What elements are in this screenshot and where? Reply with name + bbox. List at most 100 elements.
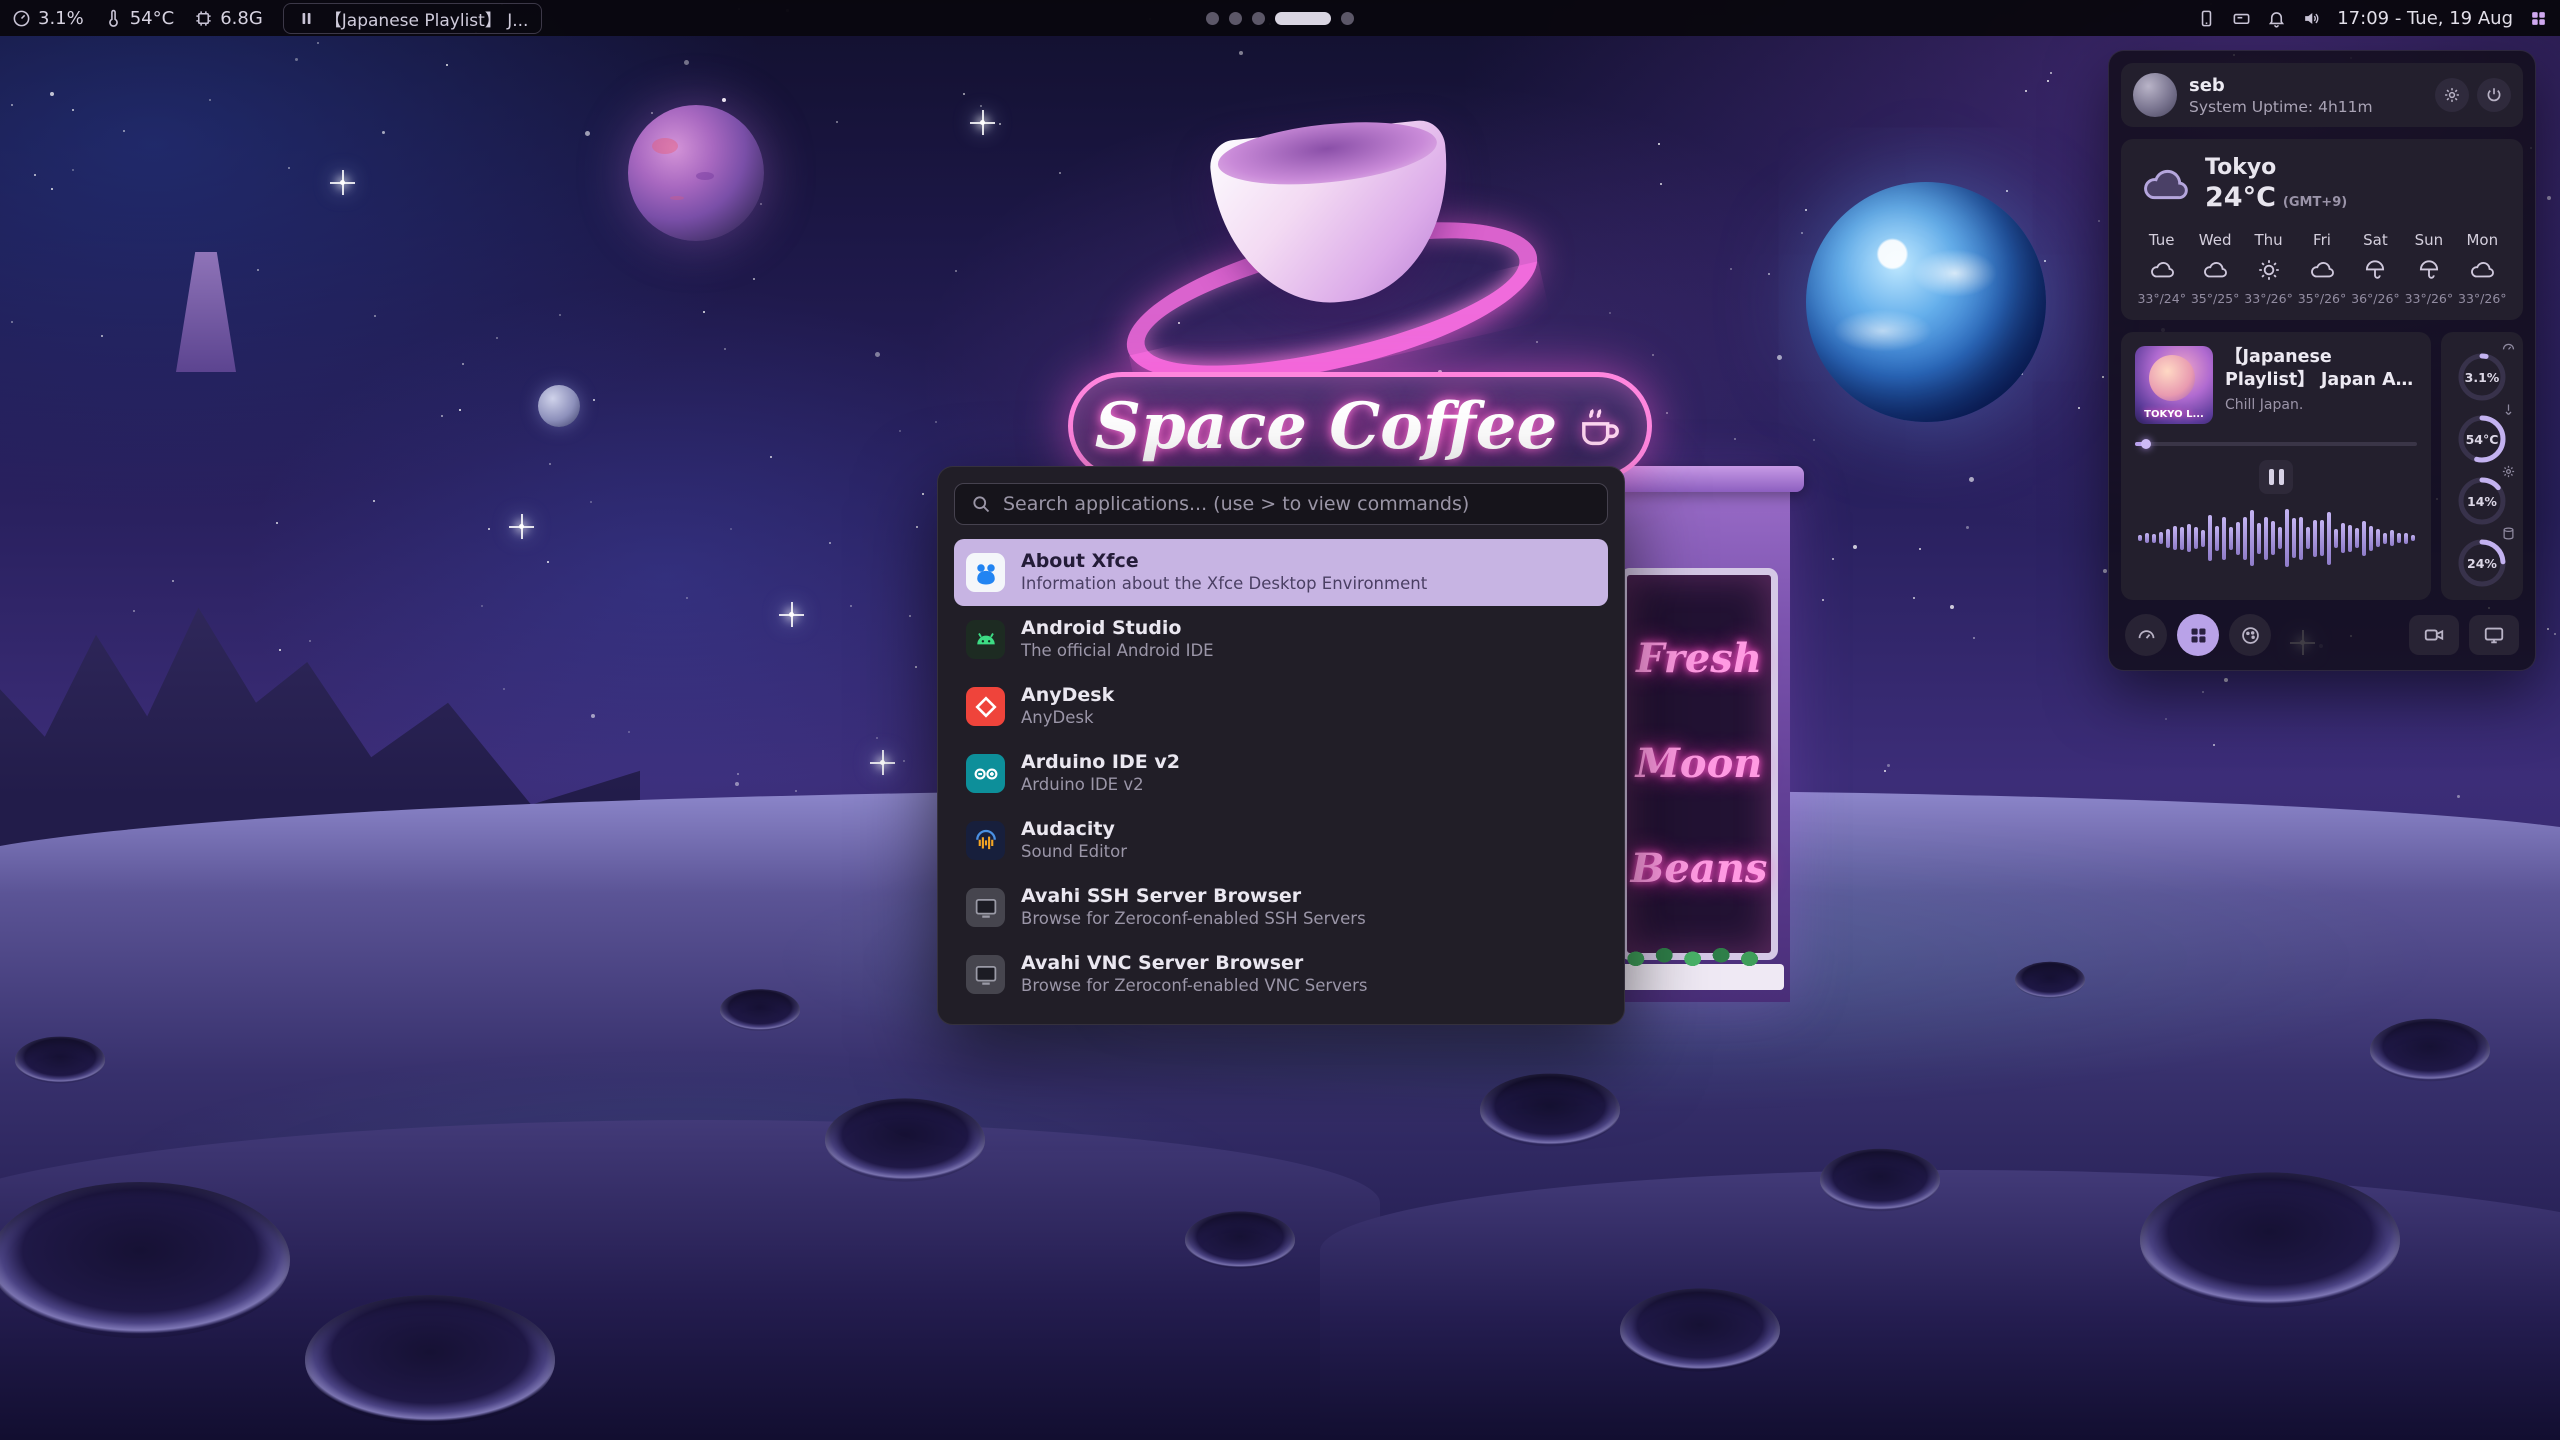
- search-input[interactable]: [1003, 493, 1591, 515]
- forecast-day: Sat: [2349, 231, 2402, 249]
- workspace-indicator[interactable]: [1206, 12, 1354, 25]
- memory-indicator[interactable]: 6.8G: [194, 8, 263, 29]
- thermometer-icon: [104, 9, 123, 28]
- steaming-cup-icon: [1573, 400, 1625, 452]
- forecast-cloud-icon: [2456, 255, 2509, 285]
- app-name: Arduino IDE v2: [1021, 751, 1180, 775]
- workspace-active[interactable]: [1275, 12, 1331, 25]
- settings-button[interactable]: [2435, 78, 2469, 112]
- forecast-temps: 35°/25°: [2188, 291, 2241, 306]
- forecast-temps: 35°/26°: [2295, 291, 2348, 306]
- system-gauges: 3.1% 54°C 14% 24%: [2441, 332, 2523, 600]
- speedometer-icon: [2136, 625, 2157, 646]
- workspace-dot[interactable]: [1229, 12, 1242, 25]
- avahi-app-icon: [966, 955, 1005, 994]
- gauge-value: 24%: [2454, 536, 2510, 590]
- weather-cloud-icon: [2139, 163, 2191, 205]
- cpu-indicator[interactable]: 3.1%: [12, 8, 84, 29]
- disk-gauge[interactable]: 24%: [2454, 528, 2510, 590]
- launcher-search[interactable]: [954, 483, 1608, 525]
- gauge-value: 54°C: [2454, 412, 2510, 466]
- launcher-item[interactable]: About XfceInformation about the Xfce Des…: [954, 539, 1608, 606]
- music-player-card: TOKYO L... 【Japanese Playlist】 Japan All…: [2121, 332, 2431, 600]
- app-name: Audacity: [1021, 818, 1127, 842]
- now-playing-widget[interactable]: 【Japanese Playlist】 J...: [283, 3, 543, 34]
- app-grid-icon[interactable]: [2529, 9, 2548, 28]
- forecast-temps: 33°/26°: [2402, 291, 2455, 306]
- progress-handle[interactable]: [2141, 439, 2151, 449]
- temp-gauge[interactable]: 54°C: [2454, 404, 2510, 466]
- cpu-gauge-icon: [12, 9, 31, 28]
- phone-link-icon[interactable]: [2197, 9, 2216, 28]
- workspace-dot[interactable]: [1252, 12, 1265, 25]
- gauge-value: 3.1%: [2454, 350, 2510, 404]
- anydesk-app-icon: [966, 687, 1005, 726]
- purple-planet: [628, 105, 764, 241]
- theme-button[interactable]: [2229, 614, 2271, 656]
- panel-footer: [2121, 612, 2523, 658]
- screen-record-button[interactable]: [2409, 615, 2459, 655]
- forecast-temps: 33°/26°: [2456, 291, 2509, 306]
- launcher-item[interactable]: Avahi SSH Server BrowserBrowse for Zeroc…: [954, 874, 1608, 941]
- forecast-rain-icon: [2402, 255, 2455, 285]
- forecast-day: Wed: [2188, 231, 2241, 249]
- earth-planet: [1806, 182, 2046, 422]
- app-launcher: About XfceInformation about the Xfce Des…: [937, 466, 1625, 1025]
- track-progress-bar[interactable]: [2135, 442, 2417, 446]
- user-avatar[interactable]: [2133, 73, 2177, 117]
- user-card: seb System Uptime: 4h11m: [2121, 63, 2523, 127]
- forecast-cloud-icon: [2188, 255, 2241, 285]
- launcher-item[interactable]: Arduino IDE v2Arduino IDE v2: [954, 740, 1608, 807]
- forecast-temps: 33°/24°: [2135, 291, 2188, 306]
- app-name: Avahi SSH Server Browser: [1021, 885, 1366, 909]
- memory-value: 6.8G: [220, 8, 263, 29]
- launcher-item[interactable]: AudacitySound Editor: [954, 807, 1608, 874]
- forecast-day: Thu: [2242, 231, 2295, 249]
- small-moon: [538, 385, 580, 427]
- user-name: seb: [2189, 75, 2373, 96]
- app-description: The official Android IDE: [1021, 641, 1214, 662]
- display-button[interactable]: [2469, 615, 2519, 655]
- network-icon[interactable]: [2232, 9, 2251, 28]
- power-button[interactable]: [2477, 78, 2511, 112]
- window-neon-text: Beans: [1627, 845, 1771, 892]
- launcher-item[interactable]: AnyDeskAnyDesk: [954, 673, 1608, 740]
- cafe-window: FreshMoonBeans: [1620, 568, 1778, 960]
- pause-button[interactable]: [2259, 460, 2293, 494]
- workspace-dot[interactable]: [1341, 12, 1354, 25]
- app-description: AnyDesk: [1021, 708, 1114, 729]
- forecast-day: Mon: [2456, 231, 2509, 249]
- launcher-item[interactable]: Android StudioThe official Android IDE: [954, 606, 1608, 673]
- app-name: Avahi VNC Server Browser: [1021, 952, 1367, 976]
- performance-button[interactable]: [2125, 614, 2167, 656]
- launcher-item[interactable]: Avahi VNC Server BrowserBrowse for Zeroc…: [954, 941, 1608, 1008]
- volume-icon[interactable]: [2302, 9, 2321, 28]
- track-title: 【Japanese Playlist】 Japan All Night - To…: [2225, 346, 2417, 392]
- android-app-icon: [966, 620, 1005, 659]
- app-name: AnyDesk: [1021, 684, 1114, 708]
- mem-gauge[interactable]: 14%: [2454, 466, 2510, 528]
- weather-forecast: TueWedThuFriSatSunMon33°/24°35°/25°33°/2…: [2135, 231, 2509, 306]
- app-description: Sound Editor: [1021, 842, 1127, 863]
- workspace-dot[interactable]: [1206, 12, 1219, 25]
- cpu-gauge[interactable]: 3.1%: [2454, 342, 2510, 404]
- weather-temperature: 24°C: [2205, 182, 2276, 213]
- pause-icon: [2269, 469, 2274, 485]
- gauge-value: 14%: [2454, 474, 2510, 528]
- app-description: Arduino IDE v2: [1021, 775, 1180, 796]
- forecast-day: Tue: [2135, 231, 2188, 249]
- widgets-button[interactable]: [2177, 614, 2219, 656]
- notification-bell-icon[interactable]: [2267, 9, 2286, 28]
- window-neon-text: Moon: [1627, 740, 1771, 787]
- avahi-app-icon: [966, 888, 1005, 927]
- temperature-indicator[interactable]: 54°C: [104, 8, 174, 29]
- weather-city: Tokyo: [2205, 155, 2347, 180]
- app-name: About Xfce: [1021, 550, 1427, 574]
- album-art[interactable]: TOKYO L...: [2135, 346, 2213, 424]
- clock[interactable]: 17:09 - Tue, 19 Aug: [2337, 8, 2513, 29]
- app-name: Android Studio: [1021, 617, 1214, 641]
- cup-opening: [1215, 113, 1440, 194]
- xfce-app-icon: [966, 553, 1005, 592]
- neon-sign-text: Space Coffee: [1095, 389, 1557, 464]
- app-description: Browse for Zeroconf-enabled SSH Servers: [1021, 909, 1366, 930]
